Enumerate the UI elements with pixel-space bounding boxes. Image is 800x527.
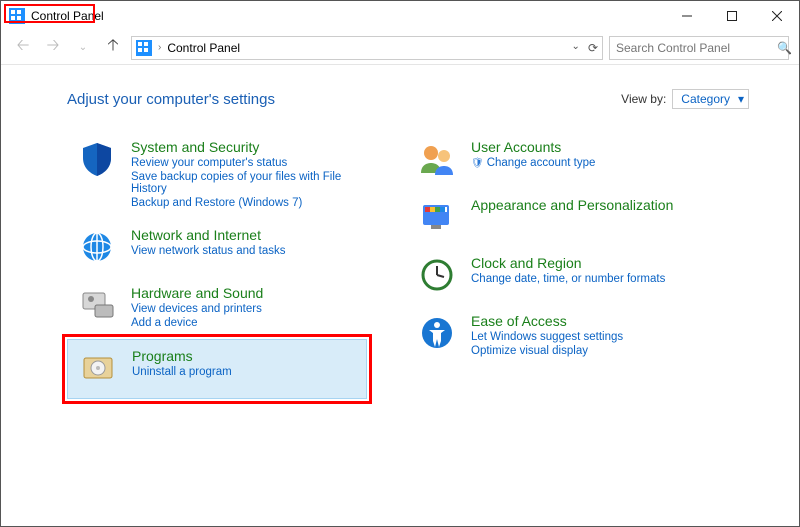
search-box[interactable]: 🔍 — [609, 36, 789, 60]
ease-icon — [417, 313, 457, 353]
content-header: Adjust your computer's settings View by:… — [67, 89, 779, 109]
page-heading: Adjust your computer's settings — [67, 91, 275, 108]
window-title: Control Panel — [31, 9, 104, 23]
recent-dropdown[interactable]: ⌄ — [71, 36, 95, 60]
category-text: Network and Internet View network status … — [131, 227, 285, 257]
category-text: User Accounts Change account type — [471, 139, 595, 169]
up-button[interactable]: 🡡 — [101, 36, 125, 60]
view-by: View by: Category — [621, 89, 749, 109]
close-button[interactable] — [754, 1, 799, 31]
category-link[interactable]: View devices and printers — [131, 303, 263, 315]
appearance-icon — [417, 197, 457, 237]
category-text: Hardware and Sound View devices and print… — [131, 285, 263, 329]
control-panel-icon — [9, 8, 25, 24]
category-text: Ease of Access Let Windows suggest settin… — [471, 313, 623, 357]
category-link[interactable]: View network status and tasks — [131, 245, 285, 257]
category-system-security[interactable]: System and Security Review your computer'… — [67, 131, 367, 219]
category-appearance[interactable]: Appearance and Personalization — [407, 189, 707, 247]
category-link[interactable]: Let Windows suggest settings — [471, 331, 623, 343]
category-text: System and Security Review your computer'… — [131, 139, 357, 209]
category-clock[interactable]: Clock and Region Change date, time, or nu… — [407, 247, 707, 305]
address-bar[interactable]: › Control Panel ⌄ ⟳ — [131, 36, 603, 60]
category-title[interactable]: Hardware and Sound — [131, 285, 263, 301]
category-programs[interactable]: Programs Uninstall a program — [67, 339, 367, 399]
chevron-right-icon: › — [158, 42, 161, 53]
network-icon — [77, 227, 117, 267]
minimize-button[interactable] — [664, 1, 709, 31]
category-link[interactable]: Change date, time, or number formats — [471, 273, 665, 285]
maximize-button[interactable] — [709, 1, 754, 31]
category-title[interactable]: Clock and Region — [471, 255, 665, 271]
back-button[interactable]: 🡠 — [11, 36, 35, 60]
user-accounts-icon — [417, 139, 457, 179]
category-title[interactable]: Programs — [132, 348, 232, 364]
category-title[interactable]: Ease of Access — [471, 313, 623, 329]
category-hardware[interactable]: Hardware and Sound View devices and print… — [67, 277, 367, 339]
maximize-icon — [727, 11, 737, 21]
category-user-accounts[interactable]: User Accounts Change account type — [407, 131, 707, 189]
control-panel-icon — [136, 40, 152, 56]
category-ease[interactable]: Ease of Access Let Windows suggest settin… — [407, 305, 707, 367]
category-title[interactable]: Network and Internet — [131, 227, 285, 243]
left-column: System and Security Review your computer'… — [67, 131, 367, 399]
clock-icon — [417, 255, 457, 295]
category-title[interactable]: Appearance and Personalization — [471, 197, 673, 213]
titlebar-left: Control Panel — [9, 8, 104, 24]
view-by-select[interactable]: Category — [672, 89, 749, 109]
search-icon[interactable]: 🔍 — [777, 41, 792, 55]
close-icon — [772, 11, 782, 21]
category-link[interactable]: Backup and Restore (Windows 7) — [131, 197, 357, 209]
category-text: Appearance and Personalization — [471, 197, 673, 213]
category-title[interactable]: User Accounts — [471, 139, 595, 155]
category-link[interactable]: Add a device — [131, 317, 263, 329]
category-link[interactable]: Save backup copies of your files with Fi… — [131, 171, 357, 195]
view-by-label: View by: — [621, 92, 666, 106]
category-text: Programs Uninstall a program — [132, 348, 232, 378]
titlebar: Control Panel — [1, 1, 799, 31]
category-text: Clock and Region Change date, time, or nu… — [471, 255, 665, 285]
category-title[interactable]: System and Security — [131, 139, 357, 155]
hardware-icon — [77, 285, 117, 325]
category-link[interactable]: Change account type — [471, 157, 595, 169]
navigation-bar: 🡠 🡢 ⌄ 🡡 › Control Panel ⌄ ⟳ 🔍 — [1, 31, 799, 65]
category-link[interactable]: Review your computer's status — [131, 157, 357, 169]
categories: System and Security Review your computer'… — [67, 131, 779, 399]
address-right: ⌄ ⟳ — [572, 41, 598, 55]
address-location: Control Panel — [167, 41, 240, 55]
search-input[interactable] — [616, 41, 771, 55]
programs-icon — [78, 348, 118, 388]
refresh-icon[interactable]: ⟳ — [588, 41, 598, 55]
category-network[interactable]: Network and Internet View network status … — [67, 219, 367, 277]
right-column: User Accounts Change account type Appearan… — [407, 131, 707, 399]
content: Adjust your computer's settings View by:… — [1, 65, 799, 409]
forward-button[interactable]: 🡢 — [41, 36, 65, 60]
system-security-icon — [77, 139, 117, 179]
category-link[interactable]: Optimize visual display — [471, 345, 623, 357]
window-controls — [664, 1, 799, 31]
chevron-down-icon[interactable]: ⌄ — [572, 41, 580, 55]
category-link[interactable]: Uninstall a program — [132, 366, 232, 378]
minimize-icon — [682, 11, 692, 21]
